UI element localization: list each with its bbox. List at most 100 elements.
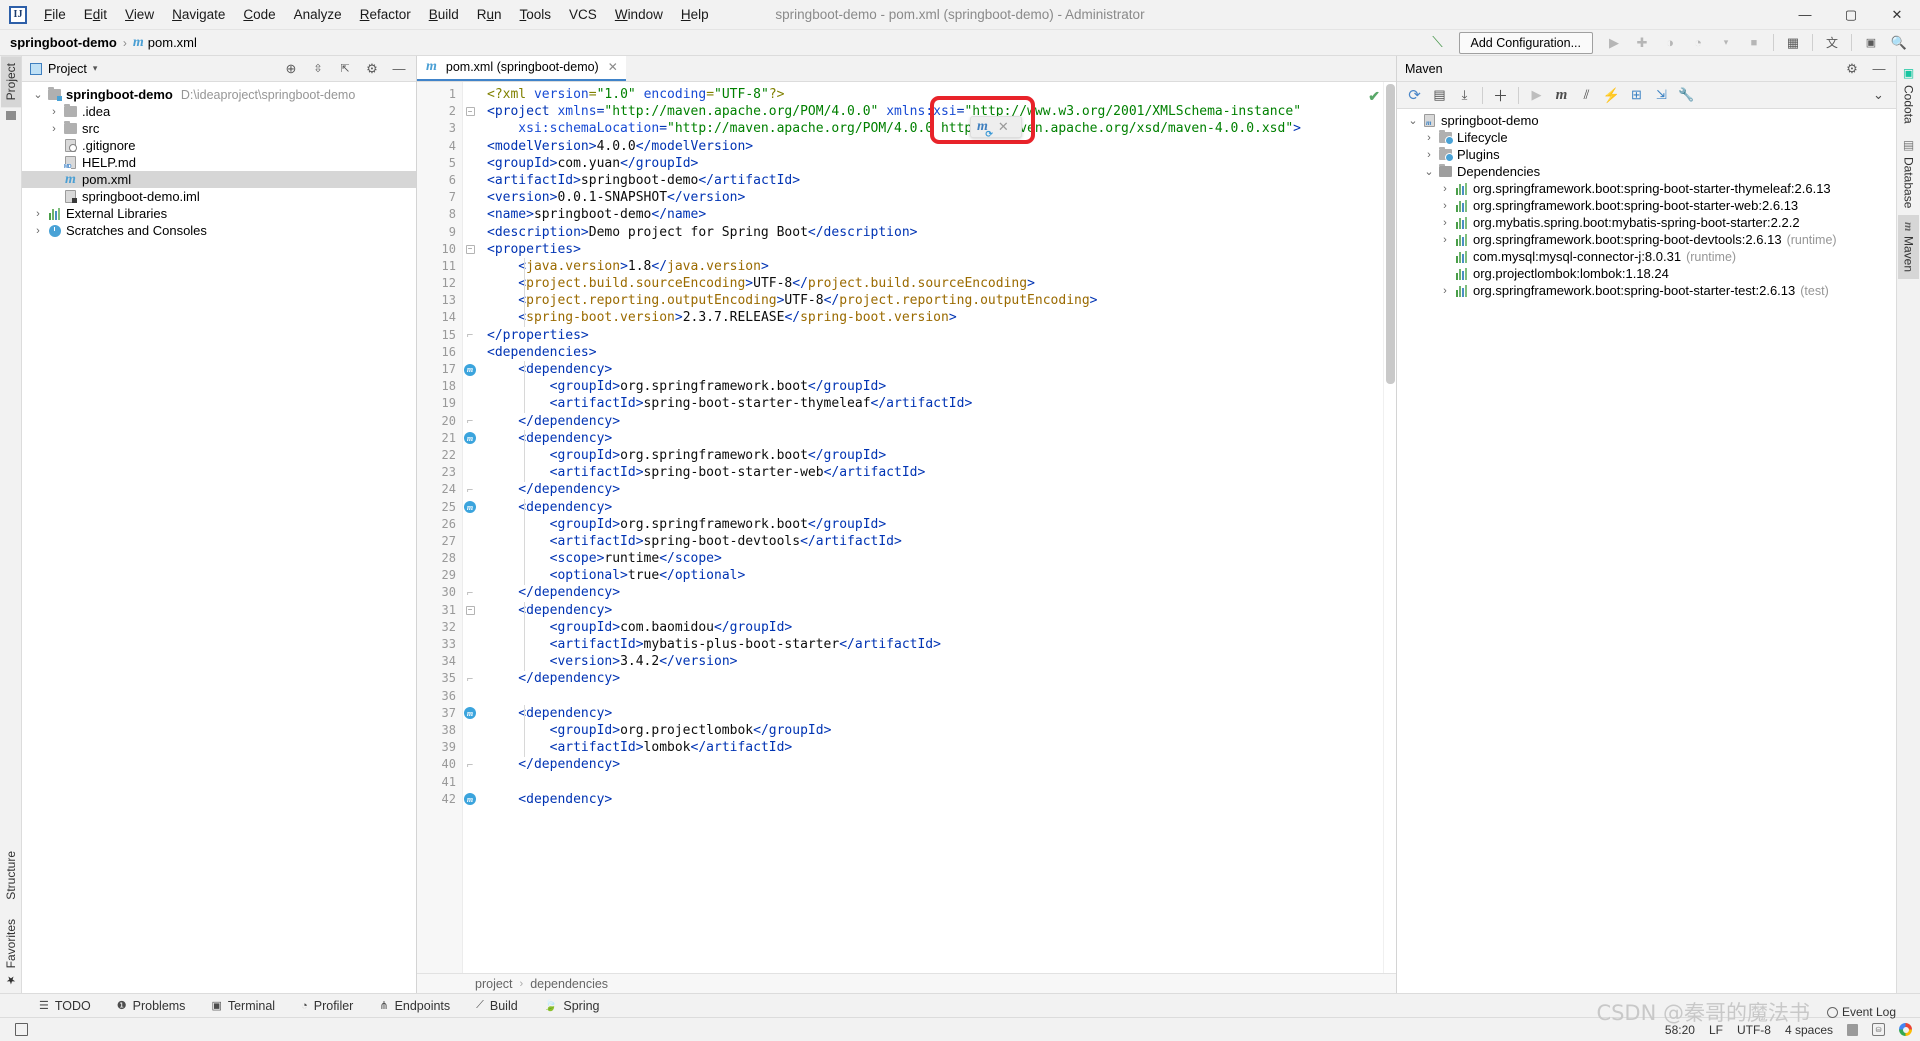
project-tree-item[interactable]: › External Libraries bbox=[22, 205, 416, 222]
menu-edit[interactable]: Edit bbox=[75, 2, 116, 27]
code-line[interactable]: <version>3.4.2</version> bbox=[477, 653, 1383, 670]
code-line[interactable]: <artifactId>spring-boot-devtools</artifa… bbox=[477, 533, 1383, 550]
code-line[interactable]: <artifactId>mybatis-plus-boot-starter</a… bbox=[477, 636, 1383, 653]
code-folding-column[interactable]: − − ⌐ m ⌐ m ⌐ m ⌐ − ⌐ m ⌐ m bbox=[463, 82, 477, 973]
menu-tools[interactable]: Tools bbox=[511, 2, 561, 27]
expand-all-icon[interactable]: ⇳ bbox=[305, 58, 331, 80]
database-status-icon[interactable]: ⛁ bbox=[1872, 1023, 1885, 1036]
code-line[interactable]: <dependency> bbox=[477, 430, 1383, 447]
twisty-icon[interactable]: › bbox=[1437, 183, 1453, 195]
maven-tree-item[interactable]: org.projectlombok:lombok:1.18.24 bbox=[1397, 265, 1896, 282]
twisty-icon[interactable]: › bbox=[1421, 149, 1437, 161]
google-icon[interactable] bbox=[1899, 1023, 1912, 1036]
scrollbar-thumb[interactable] bbox=[1386, 84, 1395, 384]
breadcrumb-element-dependencies[interactable]: dependencies bbox=[530, 977, 608, 991]
maven-tree-item[interactable]: ⌄ m springboot-demo bbox=[1397, 112, 1896, 129]
code-line[interactable] bbox=[477, 774, 1383, 791]
search-everywhere-icon[interactable]: 🔍 bbox=[1886, 32, 1912, 54]
twisty-icon[interactable]: › bbox=[1437, 234, 1453, 246]
fold-end-icon[interactable]: ⌐ bbox=[463, 327, 477, 344]
inspection-ok-icon[interactable]: ✔ bbox=[1368, 88, 1380, 105]
run-icon[interactable]: ▶ bbox=[1601, 32, 1627, 54]
minimize-button[interactable]: — bbox=[1782, 0, 1828, 30]
code-line[interactable]: <groupId>org.springframework.boot</group… bbox=[477, 516, 1383, 533]
collapse-all-icon[interactable]: ⇲ bbox=[1650, 85, 1673, 106]
code-line[interactable]: <description>Demo project for Spring Boo… bbox=[477, 224, 1383, 241]
twisty-icon[interactable]: › bbox=[30, 208, 46, 220]
profile-icon[interactable]: ◔ bbox=[1685, 32, 1711, 54]
chevron-down-icon[interactable]: ▾ bbox=[93, 63, 98, 74]
maven-tree-item[interactable]: ⌄ Dependencies bbox=[1397, 163, 1896, 180]
sidebar-tab-project[interactable]: Project bbox=[0, 56, 21, 108]
maven-tree-item[interactable]: › org.springframework.boot:spring-boot-de… bbox=[1397, 231, 1896, 248]
toggle-offline-mode-icon[interactable]: ⚡ bbox=[1600, 85, 1623, 106]
caret-position[interactable]: 58:20 bbox=[1665, 1023, 1695, 1037]
file-encoding[interactable]: UTF-8 bbox=[1737, 1023, 1771, 1037]
code-line[interactable]: <optional>true</optional> bbox=[477, 567, 1383, 584]
project-panel-title[interactable]: Project ▾ bbox=[30, 62, 97, 76]
twisty-icon[interactable]: › bbox=[1421, 132, 1437, 144]
maven-dependency-marker-icon[interactable]: m bbox=[463, 361, 477, 378]
code-line[interactable]: <dependency> bbox=[477, 602, 1383, 619]
menu-view[interactable]: View bbox=[116, 2, 163, 27]
maven-tree-item[interactable]: › Plugins bbox=[1397, 146, 1896, 163]
close-icon[interactable]: ✕ bbox=[608, 60, 618, 74]
menu-vcs[interactable]: VCS bbox=[560, 2, 606, 27]
code-line[interactable]: <artifactId>lombok</artifactId> bbox=[477, 739, 1383, 756]
chevron-down-icon[interactable]: ▾ bbox=[1713, 32, 1739, 54]
twisty-icon[interactable]: › bbox=[1437, 200, 1453, 212]
code-line[interactable]: <artifactId>springboot-demo</artifactId> bbox=[477, 172, 1383, 189]
maven-tree-item[interactable]: › org.mybatis.spring.boot:mybatis-spring-… bbox=[1397, 214, 1896, 231]
menu-file[interactable]: File bbox=[35, 2, 75, 27]
twisty-icon[interactable]: › bbox=[1437, 217, 1453, 229]
gear-icon[interactable]: ⚙ bbox=[359, 58, 385, 80]
trash-icon[interactable] bbox=[1847, 1023, 1858, 1036]
maven-dependency-marker-icon[interactable]: m bbox=[463, 499, 477, 516]
stop-icon[interactable]: ■ bbox=[1741, 32, 1767, 54]
project-tree-item[interactable]: ⌄ springboot-demo D:\ideaproject\springboo… bbox=[22, 86, 416, 103]
line-separator[interactable]: LF bbox=[1709, 1023, 1723, 1037]
download-sources-icon[interactable]: ⤓ bbox=[1453, 85, 1476, 106]
locate-icon[interactable]: ⊕ bbox=[278, 58, 304, 80]
fold-end-icon[interactable]: ⌐ bbox=[463, 584, 477, 601]
maven-tree-item[interactable]: › org.springframework.boot:spring-boot-st… bbox=[1397, 180, 1896, 197]
menu-build[interactable]: Build bbox=[420, 2, 468, 27]
maven-dependency-marker-icon[interactable]: m bbox=[463, 430, 477, 447]
maven-tree-item[interactable]: › Lifecycle bbox=[1397, 129, 1896, 146]
chevron-down-icon[interactable]: ⌄ bbox=[1867, 85, 1890, 106]
code-line[interactable]: <spring-boot.version>2.3.7.RELEASE</spri… bbox=[477, 309, 1383, 326]
fold-end-icon[interactable]: ⌐ bbox=[463, 413, 477, 430]
project-tree-item[interactable]: springboot-demo.iml bbox=[22, 188, 416, 205]
twisty-icon[interactable]: ⌄ bbox=[30, 88, 46, 101]
execute-maven-goal-icon[interactable]: m bbox=[1550, 85, 1573, 106]
hide-panel-icon[interactable]: — bbox=[1866, 58, 1892, 80]
code-line[interactable]: <dependencies> bbox=[477, 344, 1383, 361]
code-line[interactable]: <project xmlns="http://maven.apache.org/… bbox=[477, 103, 1383, 120]
project-tree-item[interactable]: › Scratches and Consoles bbox=[22, 222, 416, 239]
build-hammer-icon[interactable]: ⟍ bbox=[1425, 32, 1451, 54]
sidebar-tab-codota[interactable]: ▣ Codota bbox=[1899, 56, 1919, 131]
project-tree-item[interactable]: › src bbox=[22, 120, 416, 137]
popup-close-icon[interactable]: ✕ bbox=[992, 119, 1015, 135]
bottom-toolwindow-build[interactable]: ⟋ Build bbox=[463, 999, 531, 1013]
fold-collapse-icon[interactable]: − bbox=[463, 241, 477, 258]
breadcrumb-file[interactable]: m pom.xml bbox=[133, 35, 197, 51]
code-line[interactable]: <modelVersion>4.0.0</modelVersion> bbox=[477, 138, 1383, 155]
twisty-icon[interactable]: › bbox=[1437, 285, 1453, 297]
code-content[interactable]: <?xml version="1.0" encoding="UTF-8"?> <p… bbox=[477, 82, 1383, 973]
menu-analyze[interactable]: Analyze bbox=[285, 2, 351, 27]
maven-tree-item[interactable]: com.mysql:mysql-connector-j:8.0.31 (runti… bbox=[1397, 248, 1896, 265]
code-line[interactable]: <project.build.sourceEncoding>UTF-8</pro… bbox=[477, 275, 1383, 292]
reload-all-maven-projects-icon[interactable]: ⟳ bbox=[1403, 85, 1426, 106]
code-line[interactable]: </dependency> bbox=[477, 413, 1383, 430]
editor-scrollbar[interactable] bbox=[1383, 82, 1396, 973]
close-button[interactable]: ✕ bbox=[1874, 0, 1920, 30]
terminal-icon[interactable]: ▣ bbox=[1858, 32, 1884, 54]
bottom-toolwindow-todo[interactable]: ☰ TODO bbox=[26, 999, 104, 1013]
add-configuration-button[interactable]: Add Configuration... bbox=[1458, 31, 1593, 54]
code-line[interactable]: </dependency> bbox=[477, 670, 1383, 687]
menu-help[interactable]: Help bbox=[672, 2, 718, 27]
menu-navigate[interactable]: Navigate bbox=[163, 2, 234, 27]
code-line[interactable]: <groupId>org.projectlombok</groupId> bbox=[477, 722, 1383, 739]
maven-settings-icon[interactable]: 🔧 bbox=[1675, 85, 1698, 106]
